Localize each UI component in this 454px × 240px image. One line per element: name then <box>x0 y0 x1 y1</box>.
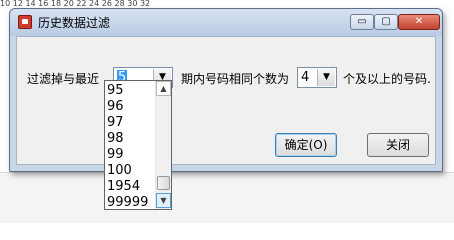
dropdown-option[interactable]: 97 <box>107 115 155 131</box>
dropdown-option[interactable]: 98 <box>107 131 155 147</box>
close-button[interactable]: 关闭 <box>367 133 429 157</box>
same-count-value: 4 <box>301 70 310 85</box>
app-icon <box>18 15 32 29</box>
label-period-same-count: 期内号码相同个数为 <box>181 72 290 86</box>
ok-button[interactable]: 确定(O) <box>275 133 337 157</box>
dropdown-option[interactable]: 100 <box>107 163 155 179</box>
background-number-strip: 10 12 14 16 18 20 22 24 26 28 30 32 <box>0 0 151 8</box>
scroll-down-icon[interactable]: ▼ <box>156 193 171 208</box>
label-filter-recent: 过滤掉与最近 <box>27 72 100 86</box>
dropdown-option[interactable]: 99 <box>107 147 155 163</box>
chevron-down-icon[interactable]: ▼ <box>317 69 335 86</box>
dropdown-scrollbar[interactable]: ▲ ▼ <box>155 81 171 209</box>
dialog-body: 过滤掉与最近 5 ▼ 期内号码相同个数为 4 ▼ 个及以上的号码. 确定(O) … <box>16 36 436 165</box>
label-above: 个及以上的号码. <box>343 72 431 86</box>
maximize-button[interactable]: ▢ <box>374 14 398 30</box>
close-window-button[interactable]: ✕ <box>398 14 440 30</box>
scroll-thumb[interactable] <box>157 176 170 190</box>
history-filter-dialog: 历史数据过滤 ▭ ▢ ✕ 过滤掉与最近 5 ▼ 期内号码相同个数为 4 ▼ 个及… <box>9 8 443 172</box>
same-count-combo[interactable]: 4 ▼ <box>297 67 337 88</box>
dropdown-option[interactable]: 99999 <box>107 195 155 209</box>
recent-periods-dropdown-list[interactable]: 95 96 97 98 99 100 1954 99999 ▲ ▼ <box>104 80 172 210</box>
scroll-up-icon[interactable]: ▲ <box>156 81 171 96</box>
dropdown-option[interactable]: 96 <box>107 99 155 115</box>
minimize-button[interactable]: ▭ <box>350 14 374 30</box>
window-title: 历史数据过滤 <box>38 16 111 30</box>
title-bar[interactable]: 历史数据过滤 ▭ ▢ ✕ <box>10 9 442 36</box>
dropdown-option[interactable]: 1954 <box>107 179 155 195</box>
background-area <box>0 172 454 223</box>
dropdown-option[interactable]: 95 <box>107 83 155 99</box>
